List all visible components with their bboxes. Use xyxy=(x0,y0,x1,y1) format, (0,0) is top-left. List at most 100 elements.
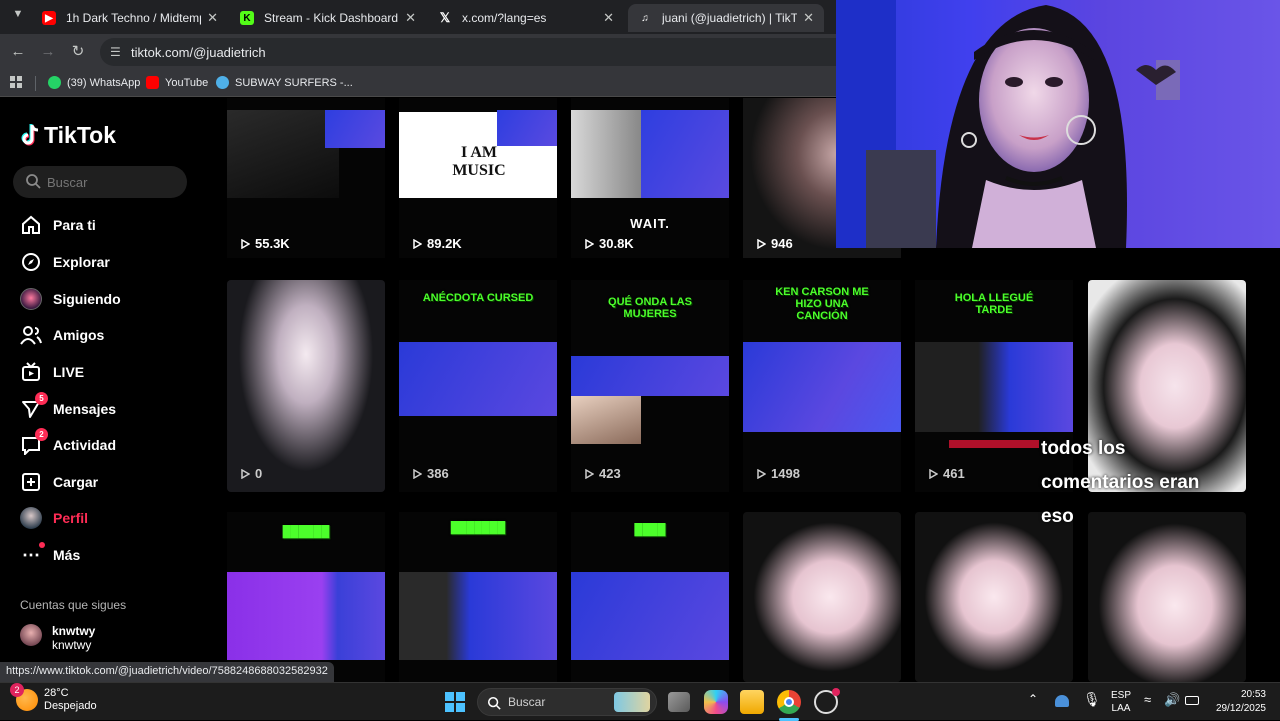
task-view-icon[interactable] xyxy=(668,692,690,712)
nav-perfil[interactable]: Perfil xyxy=(20,504,88,532)
notification-badge: 2 xyxy=(35,428,48,441)
view-count: 423 xyxy=(585,466,621,481)
reload-icon[interactable]: ↻ xyxy=(69,43,87,61)
video-tile[interactable]: KEN CARSON ME HIZO UNA CANCIÓN 1498 xyxy=(743,280,901,492)
microphone-icon[interactable]: 🎙 xyxy=(1083,692,1101,706)
tab-x[interactable]: 𝕏 x.com/?lang=es ✕ xyxy=(428,4,624,32)
video-thumbnail xyxy=(915,342,1073,432)
address-bar[interactable]: ☰ tiktok.com/@juadietrich xyxy=(100,38,860,66)
view-count: 461 xyxy=(929,466,965,481)
video-thumbnail xyxy=(399,342,557,416)
input-language[interactable]: ESP LAA xyxy=(1108,689,1134,715)
tab-youtube[interactable]: ▶ 1h Dark Techno / Midtempo / I ✕ xyxy=(32,4,228,32)
video-tile[interactable]: ████ xyxy=(571,512,729,682)
video-tile[interactable] xyxy=(743,512,901,682)
kick-icon: K xyxy=(240,11,254,25)
weather-widget[interactable]: 2 28°C Despejado xyxy=(10,683,97,713)
obs-icon[interactable] xyxy=(814,688,840,714)
clock[interactable]: 20:53 29/12/2025 xyxy=(1208,688,1266,716)
video-thumbnail xyxy=(743,512,901,682)
tiktok-search[interactable] xyxy=(13,166,187,198)
bookmark-subway-surfers[interactable]: SUBWAY SURFERS -... xyxy=(216,76,353,89)
video-tile[interactable]: WAIT. 30.8K xyxy=(571,98,729,258)
video-overlay-text: ANÉCDOTA CURSED xyxy=(422,292,534,304)
windows-start-icon[interactable] xyxy=(443,690,467,714)
tab-search-chevron-icon[interactable]: ▼ xyxy=(8,8,28,26)
file-explorer-icon[interactable] xyxy=(740,690,764,714)
play-icon xyxy=(585,238,594,249)
nav-cargar[interactable]: Cargar xyxy=(20,468,98,496)
video-tile[interactable]: QUÉ ONDA LAS MUJERES 423 xyxy=(571,280,729,492)
webcam-overlay xyxy=(836,0,1280,248)
nav-para-ti[interactable]: Para ti xyxy=(20,211,96,239)
volume-icon[interactable]: 🔊 xyxy=(1164,693,1180,706)
compass-icon xyxy=(20,251,42,273)
nav-label: Mensajes xyxy=(53,401,117,417)
video-tile[interactable]: I AM MUSIC 89.2K xyxy=(399,98,557,258)
youtube-icon xyxy=(146,76,159,89)
video-tile[interactable]: ANÉCDOTA CURSED 386 xyxy=(399,280,557,492)
nav-mensajes[interactable]: 5 Mensajes xyxy=(20,392,117,423)
apps-grid-icon[interactable] xyxy=(10,76,22,88)
play-icon xyxy=(241,238,250,249)
close-tab-icon[interactable]: ✕ xyxy=(803,10,814,26)
view-count: 946 xyxy=(757,236,793,251)
bookmark-label: YouTube xyxy=(165,76,209,89)
weather-desc: Despejado xyxy=(44,700,97,712)
tiktok-logo[interactable]: TikTok xyxy=(20,122,116,149)
play-icon xyxy=(241,468,250,479)
nav-amigos[interactable]: Amigos xyxy=(20,321,104,349)
weather-temp: 28°C xyxy=(44,687,69,699)
taskbar-search[interactable]: Buscar xyxy=(477,688,657,716)
video-tile[interactable] xyxy=(915,512,1073,682)
video-overlay-text: ██████ xyxy=(282,526,330,538)
youtube-icon: ▶ xyxy=(42,11,56,25)
nav-live[interactable]: LIVE xyxy=(20,358,84,386)
site-info-icon[interactable]: ☰ xyxy=(110,45,121,59)
tab-tiktok[interactable]: ♫ juani (@juadietrich) | TikTok ✕ xyxy=(628,4,824,32)
video-thumbnail xyxy=(227,572,385,660)
close-tab-icon[interactable]: ✕ xyxy=(603,10,614,26)
nav-siguiendo[interactable]: Siguiendo xyxy=(20,285,121,313)
video-tile[interactable] xyxy=(1088,512,1246,682)
keyboard-layout: LAA xyxy=(1111,703,1131,714)
chrome-icon[interactable] xyxy=(777,690,801,714)
tray-overflow-chevron-icon[interactable]: ⌃ xyxy=(1028,693,1038,706)
close-tab-icon[interactable]: ✕ xyxy=(207,10,218,26)
nav-actividad[interactable]: 2 Actividad xyxy=(20,428,116,459)
video-tile[interactable]: 55.3K xyxy=(227,98,385,258)
close-tab-icon[interactable]: ✕ xyxy=(405,10,416,26)
followed-account[interactable]: knwtwy knwtwy xyxy=(20,624,95,652)
video-tile[interactable]: ███████ xyxy=(399,512,557,682)
back-arrow-icon[interactable]: ← xyxy=(9,43,27,61)
video-overlay-text: ███████ xyxy=(450,522,506,534)
nav-label: Para ti xyxy=(53,217,96,233)
home-icon xyxy=(20,214,42,236)
caption-line: eso xyxy=(1041,506,1074,527)
weather-sun-icon: 2 xyxy=(10,683,38,711)
view-count: 89.2K xyxy=(413,236,462,251)
nav-explorar[interactable]: Explorar xyxy=(20,248,110,276)
view-count: 0 xyxy=(241,466,262,481)
video-tile[interactable]: 0 xyxy=(227,280,385,492)
bookmark-youtube[interactable]: YouTube xyxy=(146,76,208,89)
account-name: knwtwy xyxy=(52,624,96,638)
video-thumbnail xyxy=(571,572,729,660)
friends-icon xyxy=(20,324,42,346)
search-input[interactable] xyxy=(47,172,177,192)
messages-icon: 5 xyxy=(20,392,48,420)
wifi-icon[interactable]: ≈ xyxy=(1144,693,1151,706)
tab-kick[interactable]: K Stream - Kick Dashboard ✕ xyxy=(230,4,426,32)
forward-arrow-icon[interactable]: → xyxy=(39,43,57,61)
video-thumbnail xyxy=(915,512,1073,682)
copilot-icon[interactable] xyxy=(704,690,728,714)
battery-icon[interactable] xyxy=(1185,696,1199,705)
onedrive-icon[interactable] xyxy=(1055,695,1069,707)
bookmark-whatsapp[interactable]: (39) WhatsApp xyxy=(48,76,140,89)
avatar xyxy=(20,624,42,646)
tiktok-logo-text: TikTok xyxy=(44,122,116,148)
nav-label: Explorar xyxy=(53,254,110,270)
nav-mas[interactable]: ⋯ Más xyxy=(20,541,80,569)
video-tile[interactable]: ██████ xyxy=(227,512,385,682)
video-overlay-text: QUÉ ONDA LAS MUJERES xyxy=(608,296,692,320)
